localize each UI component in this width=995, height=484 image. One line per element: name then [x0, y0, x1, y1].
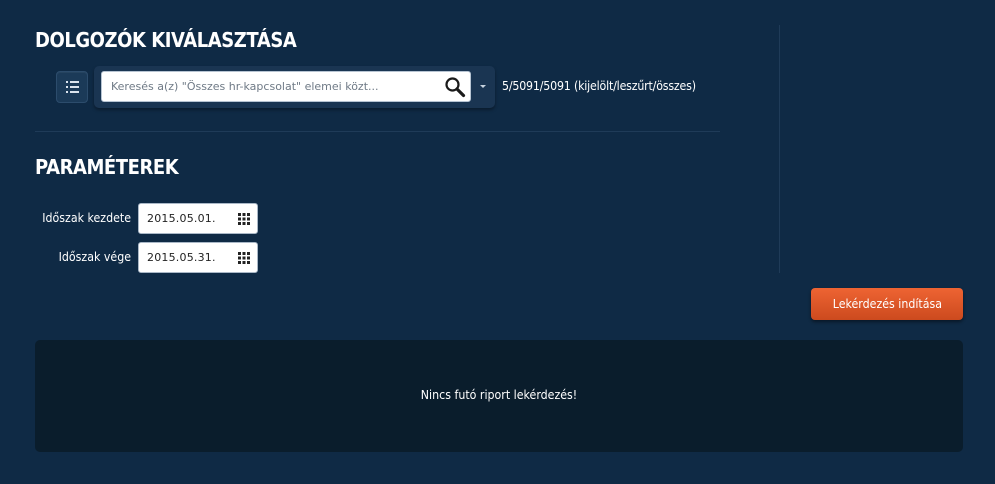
workers-section-title: DOLGOZÓK KIVÁLASZTÁSA: [35, 28, 297, 52]
search-box: [101, 71, 471, 102]
report-message: Nincs futó riport lekérdezés!: [35, 388, 963, 402]
period-start-value: 2015.05.01.: [147, 212, 216, 225]
calendar-icon[interactable]: [238, 252, 250, 264]
search-dropdown-button[interactable]: [474, 69, 492, 105]
chevron-down-icon: [480, 85, 486, 88]
vertical-divider: [779, 25, 780, 273]
period-end-field[interactable]: 2015.05.31.: [138, 242, 258, 273]
params-section-title: PARAMÉTEREK: [35, 155, 179, 179]
list-toggle-button[interactable]: [56, 71, 88, 103]
report-panel: Nincs futó riport lekérdezés!: [35, 340, 963, 452]
run-query-label: Lekérdezés indítása: [832, 297, 942, 311]
search-input[interactable]: [102, 72, 441, 101]
report-message-text: Nincs futó riport lekérdezés!: [420, 388, 578, 402]
period-start-field[interactable]: 2015.05.01.: [138, 203, 258, 234]
period-end-label: Időszak vége: [58, 250, 132, 264]
period-end-value: 2015.05.31.: [147, 251, 216, 264]
period-start-label: Időszak kezdete: [42, 211, 131, 225]
list-icon: [66, 81, 79, 93]
horizontal-divider: [35, 131, 720, 132]
selection-count: 5/5091/5091 (kijelölt/leszűrt/összes): [502, 79, 696, 93]
search-icon[interactable]: [444, 76, 466, 98]
search-bar: [94, 66, 495, 108]
calendar-icon[interactable]: [238, 213, 250, 225]
run-query-button[interactable]: Lekérdezés indítása: [811, 288, 963, 320]
